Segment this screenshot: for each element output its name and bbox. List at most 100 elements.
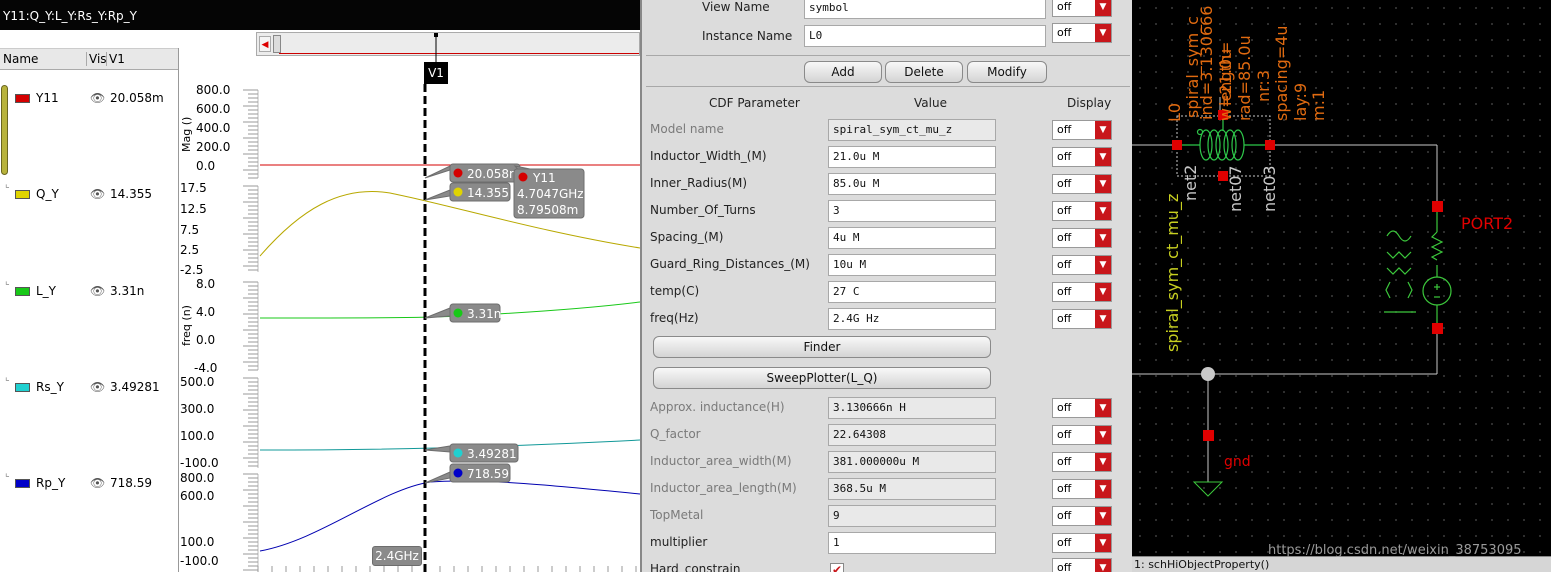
param-value-field[interactable]: 85.0u M: [828, 173, 996, 195]
chevron-down-icon: ▼: [1095, 0, 1111, 16]
chevron-down-icon: ▼: [1095, 453, 1111, 471]
param-value-field[interactable]: 10u M: [828, 254, 996, 276]
param-label: temp(C): [650, 284, 700, 298]
chevron-down-icon: ▼: [1095, 175, 1111, 193]
lay-param-label: lay:9: [1291, 83, 1310, 121]
cursor-v1-flag[interactable]: V1: [424, 62, 448, 84]
marker-y11[interactable]: 20.058m: [424, 163, 521, 183]
modify-button[interactable]: Modify: [967, 61, 1047, 83]
tick-label: 7.5: [180, 223, 199, 237]
hard-constrain-display-dropdown[interactable]: off ▼: [1052, 558, 1112, 572]
net-label: net2: [1181, 165, 1200, 201]
marker-q[interactable]: 14.355: [424, 182, 511, 202]
param-value-field[interactable]: 3: [828, 200, 996, 222]
param-value-field[interactable]: 4u M: [828, 227, 996, 249]
nr-param-label: nr:3: [1254, 70, 1273, 102]
marker-label: 3.31n: [467, 307, 501, 321]
param-display-dropdown[interactable]: off ▼: [1052, 282, 1112, 302]
param-display-dropdown[interactable]: off ▼: [1052, 425, 1112, 445]
param-value-field[interactable]: 1: [828, 532, 996, 554]
ind-param-label: ind=3.130666: [1197, 6, 1216, 121]
chevron-down-icon: ▼: [1095, 24, 1111, 42]
param-value-field[interactable]: 9: [828, 505, 996, 527]
wire-junction: [1201, 367, 1215, 381]
schematic-drawing[interactable]: spiral_sym_ct_mu_z L0 spiral_sym_c lengt…: [1132, 0, 1551, 572]
dropdown-value: off: [1057, 204, 1072, 217]
param-value-field[interactable]: 381.000000u M: [828, 451, 996, 473]
param-value-field[interactable]: spiral_sym_ct_mu_z: [828, 119, 996, 141]
param-value-field[interactable]: 2.4G Hz: [828, 308, 996, 330]
port-source-icon[interactable]: [1384, 212, 1452, 323]
marker-label: 8.79508m: [517, 203, 578, 217]
param-value-field[interactable]: 3.130666n H: [828, 397, 996, 419]
instance-name-label: Instance Name: [702, 29, 793, 43]
view-name-display-dropdown[interactable]: off ▼: [1052, 0, 1112, 17]
cursor-handle-knob[interactable]: [434, 33, 438, 37]
schematic-canvas[interactable]: spiral_sym_ct_mu_z L0 spiral_sym_c lengt…: [1132, 0, 1551, 572]
dropdown-value: off: [1057, 150, 1072, 163]
unit-label: Mag (): [180, 117, 193, 152]
chevron-down-icon: ▼: [1095, 480, 1111, 498]
inductor-icon[interactable]: [1177, 116, 1270, 161]
add-button[interactable]: Add: [804, 61, 882, 83]
param-display-dropdown[interactable]: off ▼: [1052, 201, 1112, 221]
display-header: Display: [1067, 96, 1112, 110]
finder-button[interactable]: Finder: [653, 336, 991, 358]
tick-label: -2.5: [180, 263, 203, 277]
marker-y11-peak[interactable]: Y11 4.7047GHz 8.79508m: [513, 165, 585, 219]
dropdown-value: off: [1057, 561, 1072, 572]
view-name-field[interactable]: symbol: [804, 0, 1046, 19]
port-label: PORT2: [1461, 214, 1513, 233]
param-value-field[interactable]: 21.0u M: [828, 146, 996, 168]
param-display-dropdown[interactable]: off ▼: [1052, 228, 1112, 248]
tick-label: 200.0: [196, 140, 230, 154]
chevron-down-icon: ▼: [1095, 148, 1111, 166]
param-display-dropdown[interactable]: off ▼: [1052, 479, 1112, 499]
spacing-param-label: spacing=4u: [1272, 25, 1291, 121]
param-display-dropdown[interactable]: off ▼: [1052, 506, 1112, 526]
instance-name-display-dropdown[interactable]: off ▼: [1052, 23, 1112, 43]
tick-label: 100.0: [180, 535, 214, 549]
hard-constrain-checkbox[interactable]: ✔: [830, 563, 844, 572]
chevron-down-icon: ▼: [1095, 559, 1111, 572]
marker-label: 4.7047GHz: [517, 187, 584, 201]
marker-label: 3.49281: [467, 447, 517, 461]
tick-label: 2.5: [180, 243, 199, 257]
delete-button[interactable]: Delete: [885, 61, 963, 83]
param-display-dropdown[interactable]: off ▼: [1052, 174, 1112, 194]
param-display-dropdown[interactable]: off ▼: [1052, 120, 1112, 140]
param-label: Number_Of_Turns: [650, 203, 756, 217]
param-label: Inductor_area_length(M): [650, 481, 797, 495]
waveform-plots[interactable]: 800.0 600.0 400.0 200.0 0.0 Mag () 17.5 …: [0, 0, 640, 572]
marker-rs[interactable]: 3.49281: [424, 443, 519, 463]
ground-icon[interactable]: [1192, 481, 1224, 497]
param-display-dropdown[interactable]: off ▼: [1052, 452, 1112, 472]
chevron-down-icon: ▼: [1095, 202, 1111, 220]
divider: [646, 55, 1130, 56]
marker-rp[interactable]: 718.59: [424, 463, 511, 484]
param-value-field[interactable]: 27 C: [828, 281, 996, 303]
dropdown-value: off: [1057, 258, 1072, 271]
minor-ticks: [243, 89, 637, 572]
param-value-field[interactable]: 22.64308: [828, 424, 996, 446]
instance-name-field[interactable]: L0: [804, 25, 1046, 47]
marker-label: 718.59: [467, 467, 509, 481]
param-value-field[interactable]: 368.5u M: [828, 478, 996, 500]
param-display-dropdown[interactable]: off ▼: [1052, 255, 1112, 275]
param-label: freq(Hz): [650, 311, 699, 325]
sweep-plotter-button[interactable]: SweepPlotter(L_Q): [653, 367, 991, 389]
model-name-label: spiral_sym_ct_mu_z: [1163, 194, 1183, 352]
param-display-dropdown[interactable]: off ▼: [1052, 147, 1112, 167]
marker-l[interactable]: 3.31n: [424, 303, 501, 323]
cursor-frequency-tag: 2.4GHz: [372, 546, 422, 566]
param-display-dropdown[interactable]: off ▼: [1052, 398, 1112, 418]
param-display-dropdown[interactable]: off ▼: [1052, 533, 1112, 553]
tick-label: 8.0: [196, 277, 215, 291]
trace-rp-y[interactable]: [259, 480, 640, 552]
marker-label: 20.058m: [467, 167, 521, 181]
tick-label: 600.0: [180, 489, 214, 503]
param-display-dropdown[interactable]: off ▼: [1052, 309, 1112, 329]
param-label: Q_factor: [650, 427, 701, 441]
value-header: Value: [914, 96, 947, 110]
dropdown-value: off: [1057, 482, 1072, 495]
